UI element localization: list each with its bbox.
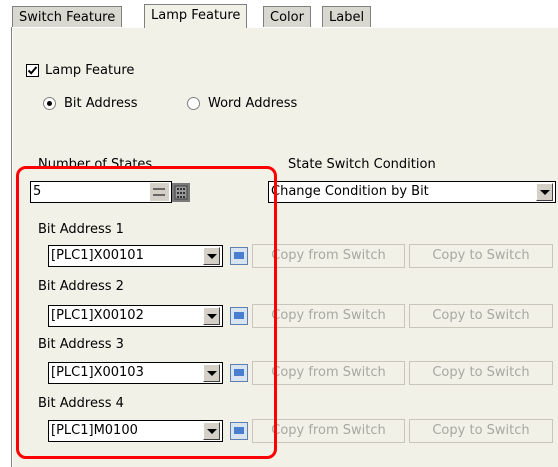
bit-address-value: [PLC1]X00101: [51, 248, 144, 263]
bit-address-radio-label: Bit Address: [64, 96, 138, 111]
bit-address-dropdown-button[interactable]: [203, 307, 220, 325]
tab-label: Label: [329, 10, 365, 25]
keyboard-input-icon[interactable]: [230, 364, 248, 382]
bit-address-input[interactable]: [PLC1]X00103: [48, 362, 223, 384]
tab-label: Switch Feature: [19, 10, 116, 25]
bit-address-input[interactable]: [PLC1]X00102: [48, 305, 223, 327]
state-switch-condition-dropdown-button[interactable]: [536, 183, 553, 201]
copy-from-switch-button[interactable]: Copy from Switch: [252, 304, 405, 328]
copy-to-switch-button[interactable]: Copy to Switch: [409, 361, 553, 385]
number-of-states-value: 5: [33, 184, 42, 199]
tab-label[interactable]: Label: [322, 6, 372, 28]
number-of-states-label: Number of States: [38, 157, 153, 172]
copy-from-switch-label: Copy from Switch: [271, 423, 386, 438]
number-of-states-spinner[interactable]: [150, 183, 169, 201]
tab-color[interactable]: Color: [263, 6, 311, 28]
tab-lamp-feature[interactable]: Lamp Feature: [144, 4, 248, 28]
radio-selected-dot: [47, 101, 52, 106]
chevron-down-icon: [207, 429, 217, 434]
copy-from-switch-label: Copy from Switch: [271, 248, 386, 263]
keypad-icon: [174, 185, 188, 200]
chevron-down-icon: [207, 371, 217, 376]
tab-label: Lamp Feature: [151, 8, 241, 23]
tab-label: Color: [270, 10, 304, 25]
keyboard-input-icon[interactable]: [230, 422, 248, 440]
lamp-feature-label: Lamp Feature: [45, 63, 135, 78]
copy-from-switch-button[interactable]: Copy from Switch: [252, 361, 405, 385]
copy-to-switch-label: Copy to Switch: [432, 248, 530, 263]
word-address-radio[interactable]: [187, 97, 200, 110]
chevron-down-icon: [540, 190, 550, 195]
copy-to-switch-label: Copy to Switch: [432, 365, 530, 380]
keyboard-input-icon[interactable]: [230, 307, 248, 325]
bit-address-dropdown-button[interactable]: [203, 422, 220, 440]
check-icon: [27, 66, 38, 75]
bit-address-value: [PLC1]X00103: [51, 365, 144, 380]
chevron-down-icon: [207, 254, 217, 259]
bit-address-input[interactable]: [PLC1]X00101: [48, 245, 223, 267]
bit-address-label: Bit Address 2: [38, 279, 124, 294]
keyboard-input-icon[interactable]: [230, 247, 248, 265]
bit-address-dropdown-button[interactable]: [203, 247, 220, 265]
word-address-radio-label: Word Address: [208, 96, 298, 111]
bit-address-label: Bit Address 3: [38, 337, 124, 352]
calculator-icon[interactable]: [172, 183, 190, 202]
state-switch-condition-label: State Switch Condition: [288, 157, 436, 172]
bit-address-label: Bit Address 4: [38, 396, 124, 411]
copy-from-switch-label: Copy from Switch: [271, 365, 386, 380]
copy-to-switch-label: Copy to Switch: [432, 423, 530, 438]
chevron-down-icon: [207, 314, 217, 319]
bit-address-value: [PLC1]M0100: [51, 423, 138, 438]
lamp-feature-checkbox[interactable]: [26, 64, 39, 77]
state-switch-condition-dropdown[interactable]: Change Condition by Bit: [268, 181, 556, 203]
bit-address-dropdown-button[interactable]: [203, 364, 220, 382]
copy-from-switch-button[interactable]: Copy from Switch: [252, 419, 405, 443]
bit-address-value: [PLC1]X00102: [51, 308, 144, 323]
copy-to-switch-button[interactable]: Copy to Switch: [409, 419, 553, 443]
state-switch-condition-value: Change Condition by Bit: [271, 184, 429, 199]
bit-address-input[interactable]: [PLC1]M0100: [48, 420, 223, 442]
spinner-icon: [153, 188, 165, 196]
copy-to-switch-label: Copy to Switch: [432, 308, 530, 323]
bit-address-label: Bit Address 1: [38, 222, 124, 237]
copy-from-switch-button[interactable]: Copy from Switch: [252, 244, 405, 268]
bit-address-radio[interactable]: [43, 97, 56, 110]
copy-from-switch-label: Copy from Switch: [271, 308, 386, 323]
tab-switch-feature[interactable]: Switch Feature: [12, 6, 123, 28]
copy-to-switch-button[interactable]: Copy to Switch: [409, 244, 553, 268]
copy-to-switch-button[interactable]: Copy to Switch: [409, 304, 553, 328]
